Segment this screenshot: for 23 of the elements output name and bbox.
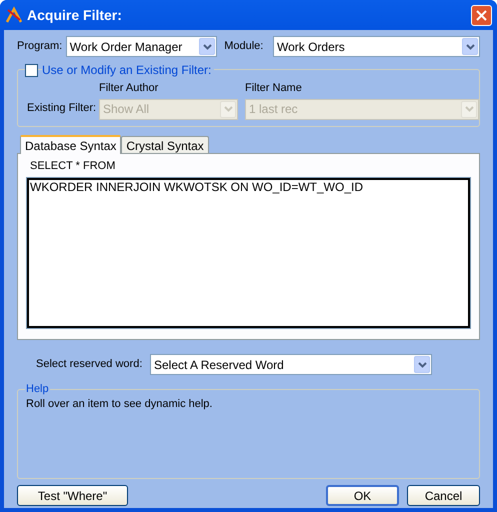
checkbox[interactable]	[25, 64, 38, 76]
tab[interactable]: Crystal Syntax	[121, 136, 209, 153]
test-where-button[interactable]: Test "Where"	[17, 485, 128, 506]
filter-name-label: Filter Name	[245, 81, 303, 96]
filter-author-label: Filter Author	[99, 81, 160, 96]
close-icon	[476, 10, 487, 20]
syntax-input[interactable]: WKORDER INNERJOIN WKWOTSK ON WO_ID=WT_WO_ID	[27, 178, 470, 328]
dropdown-field[interactable]: Work Order Manager	[66, 36, 218, 57]
help-text: Roll over an item to see dynamic help.	[26, 397, 214, 412]
window-title: Acquire Filter:	[27, 6, 122, 25]
cancel-button[interactable]: Cancel	[407, 485, 480, 506]
select-prefix: SELECT * FROM	[30, 159, 116, 174]
program-label: Program:	[17, 39, 64, 54]
help-title: Help	[25, 382, 50, 396]
close-button[interactable]	[471, 4, 492, 26]
dropdown-field[interactable]: Work Orders	[272, 36, 480, 57]
module-label: Module:	[224, 39, 264, 54]
existing-filter-label: Existing Filter:	[27, 101, 98, 116]
ok-button[interactable]: OK	[326, 485, 399, 506]
tab[interactable]: Database Syntax	[20, 135, 122, 154]
app-icon	[5, 6, 23, 24]
dropdown-field[interactable]: Select A Reserved Word	[150, 354, 432, 375]
reserved-word-label: Select reserved word:	[36, 357, 144, 372]
